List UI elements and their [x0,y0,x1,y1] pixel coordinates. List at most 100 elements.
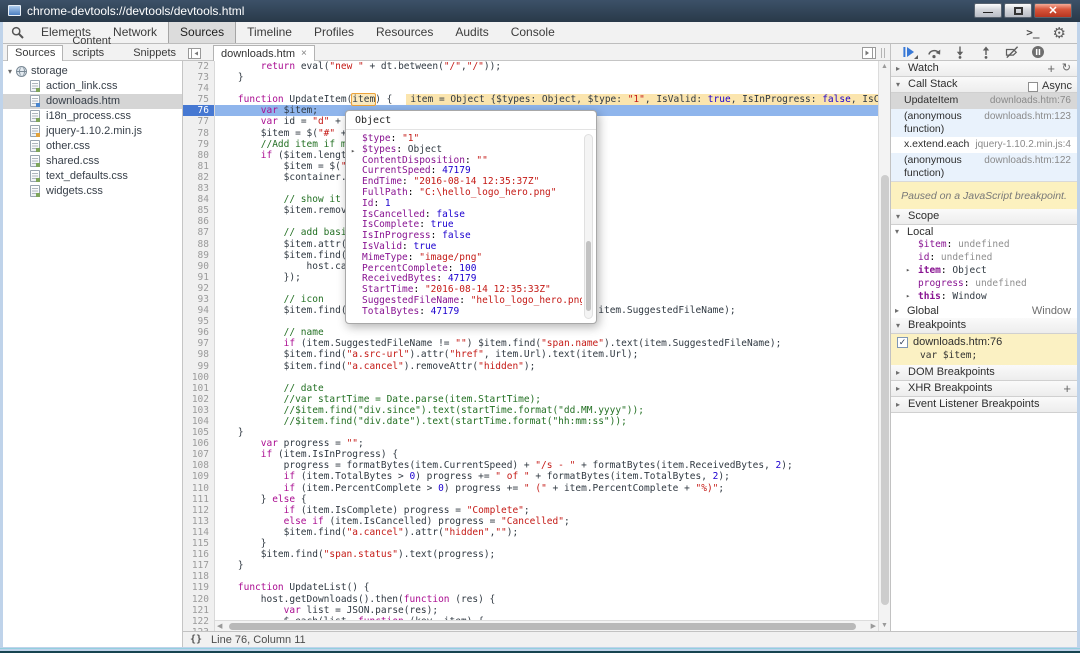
code-line-118[interactable] [215,571,878,582]
call-stack-section-header[interactable]: ▾ Call Stack Async [891,77,1077,93]
gutter-line-93[interactable]: 93 [183,294,214,305]
gutter-line-111[interactable]: 111 [183,494,214,505]
gutter-line-101[interactable]: 101 [183,383,214,394]
gutter-line-97[interactable]: 97 [183,338,214,349]
editor-vertical-scrollbar[interactable]: ▲ ▼ [878,61,890,631]
panel-tab-console[interactable]: Console [500,22,566,43]
code-line-111[interactable]: } else { [215,494,878,505]
scroll-up-icon[interactable]: ▲ [879,63,890,70]
gutter-line-114[interactable]: 114 [183,527,214,538]
code-line-115[interactable]: } [215,538,878,549]
code-line-117[interactable]: } [215,560,878,571]
gutter-line-74[interactable]: 74 [183,83,214,94]
gutter-line-100[interactable]: 100 [183,372,214,383]
panel-tab-profiles[interactable]: Profiles [303,22,365,43]
code-line-100[interactable] [215,372,878,383]
gutter-line-99[interactable]: 99 [183,361,214,372]
scroll-right-icon[interactable]: ▶ [871,622,876,630]
code-line-72[interactable]: return eval("new " + dt.between("/","/")… [215,61,878,72]
tree-item-other-css[interactable]: other.css [3,139,182,154]
code-line-110[interactable]: if (item.PercentComplete > 0) progress +… [215,483,878,494]
expand-icon[interactable]: ▸ [906,266,910,274]
gutter-line-75[interactable]: 75 [183,94,214,105]
gutter-line-88[interactable]: 88 [183,239,214,250]
async-checkbox[interactable] [1028,82,1038,92]
show-drawer-icon[interactable] [862,47,876,59]
editor-horizontal-scrollbar[interactable]: ◀ ▶ [215,620,878,631]
close-button[interactable]: ✕ [1034,3,1072,18]
gutter-line-105[interactable]: 105 [183,427,214,438]
gutter-line-76[interactable]: 76 [183,105,214,116]
gutter-line-107[interactable]: 107 [183,449,214,460]
gutter-line-112[interactable]: 112 [183,505,214,516]
gutter-line-89[interactable]: 89 [183,250,214,261]
gutter-line-122[interactable]: 122 [183,616,214,627]
splitter-grip-icon[interactable] [881,48,885,58]
gutter-line-83[interactable]: 83 [183,183,214,194]
gutter-line-85[interactable]: 85 [183,205,214,216]
deactivate-breakpoints-button[interactable] [1005,45,1019,59]
gutter-line-72[interactable]: 72 [183,61,214,72]
code-line-113[interactable]: else if (item.IsCancelled) progress = "C… [215,516,878,527]
gutter-line-108[interactable]: 108 [183,460,214,471]
code-line-112[interactable]: if (item.IsComplete) progress = "Complet… [215,505,878,516]
breakpoints-section-header[interactable]: ▾ Breakpoints [891,318,1077,334]
gutter-line-113[interactable]: 113 [183,516,214,527]
panel-tab-audits[interactable]: Audits [444,22,499,43]
panel-tab-timeline[interactable]: Timeline [236,22,303,43]
breakpoint-entry[interactable]: ✓ downloads.htm:76 var $item; [891,334,1077,365]
gutter-line-90[interactable]: 90 [183,261,214,272]
panel-tab-resources[interactable]: Resources [365,22,444,43]
gutter-line-115[interactable]: 115 [183,538,214,549]
gutter-line-92[interactable]: 92 [183,283,214,294]
gutter-line-78[interactable]: 78 [183,128,214,139]
code-line-96[interactable]: // name [215,327,878,338]
hide-navigator-icon[interactable] [188,47,201,60]
code-line-101[interactable]: // date [215,383,878,394]
code-line-106[interactable]: var progress = ""; [215,438,878,449]
tree-item-action-link-css[interactable]: action_link.css [3,79,182,94]
gutter-line-121[interactable]: 121 [183,605,214,616]
code-line-121[interactable]: var list = JSON.parse(res); [215,605,878,616]
gutter-line-95[interactable]: 95 [183,316,214,327]
resume-button[interactable] [901,45,915,59]
code-line-116[interactable]: $item.find("span.status").text(progress)… [215,549,878,560]
step-out-button[interactable] [979,45,993,59]
gutter-line-116[interactable]: 116 [183,549,214,560]
code-line-104[interactable]: //$item.find("div.date").text(startTime.… [215,416,878,427]
call-stack-frame--anonymous-function-[interactable]: (anonymous function)downloads.htm:122 [891,153,1077,181]
scope-section-header[interactable]: ▾ Scope [891,209,1077,225]
call-stack-frame-x-extend-each[interactable]: x.extend.eachjquery-1.10.2.min.js:4 [891,137,1077,153]
gutter-line-103[interactable]: 103 [183,405,214,416]
popover-scrollbar[interactable] [584,134,593,319]
scope-variable-item[interactable]: ▸item: Object [891,265,1077,278]
code-line-119[interactable]: function UpdateList() { [215,582,878,593]
gutter-line-84[interactable]: 84 [183,194,214,205]
gutter-line-86[interactable]: 86 [183,216,214,227]
tree-item-storage[interactable]: ▾storage [3,64,182,79]
code-line-109[interactable]: if (item.TotalBytes > 0) progress += " o… [215,471,878,482]
tree-item-downloads-htm[interactable]: downloads.htm [3,94,182,109]
code-line-99[interactable]: $item.find("a.cancel").removeAttr("hidde… [215,361,878,372]
gutter-line-73[interactable]: 73 [183,72,214,83]
gutter-line-98[interactable]: 98 [183,349,214,360]
title-bar[interactable]: chrome-devtools://devtools/devtools.html… [0,0,1080,22]
tree-item-shared-css[interactable]: shared.css [3,154,182,169]
tree-item-widgets-css[interactable]: widgets.css [3,184,182,199]
editor-tab-downloads-htm[interactable]: downloads.htm × [213,45,315,61]
event-listener-breakpoints-header[interactable]: ▸ Event Listener Breakpoints [891,397,1077,413]
watch-section-header[interactable]: ▸ Watch + ↻ [891,61,1077,77]
pretty-print-button[interactable]: {} [190,634,202,645]
settings-gear-icon[interactable]: ⚙ [1053,24,1066,42]
scope-local-header[interactable]: ▾ Local [891,225,1077,239]
minimize-button[interactable]: — [974,3,1002,18]
xhr-breakpoints-header[interactable]: ▸ XHR Breakpoints + [891,381,1077,397]
gutter-line-77[interactable]: 77 [183,116,214,127]
gutter-line-79[interactable]: 79 [183,139,214,150]
maximize-button[interactable] [1004,3,1032,18]
tree-item-text-defaults-css[interactable]: text_defaults.css [3,169,182,184]
code-line-108[interactable]: progress = formatBytes(item.CurrentSpeed… [215,460,878,471]
code-line-107[interactable]: if (item.IsInProgress) { [215,449,878,460]
code-line-97[interactable]: if (item.SuggestedFileName != "") $item.… [215,338,878,349]
async-toggle[interactable]: Async [1028,79,1072,94]
